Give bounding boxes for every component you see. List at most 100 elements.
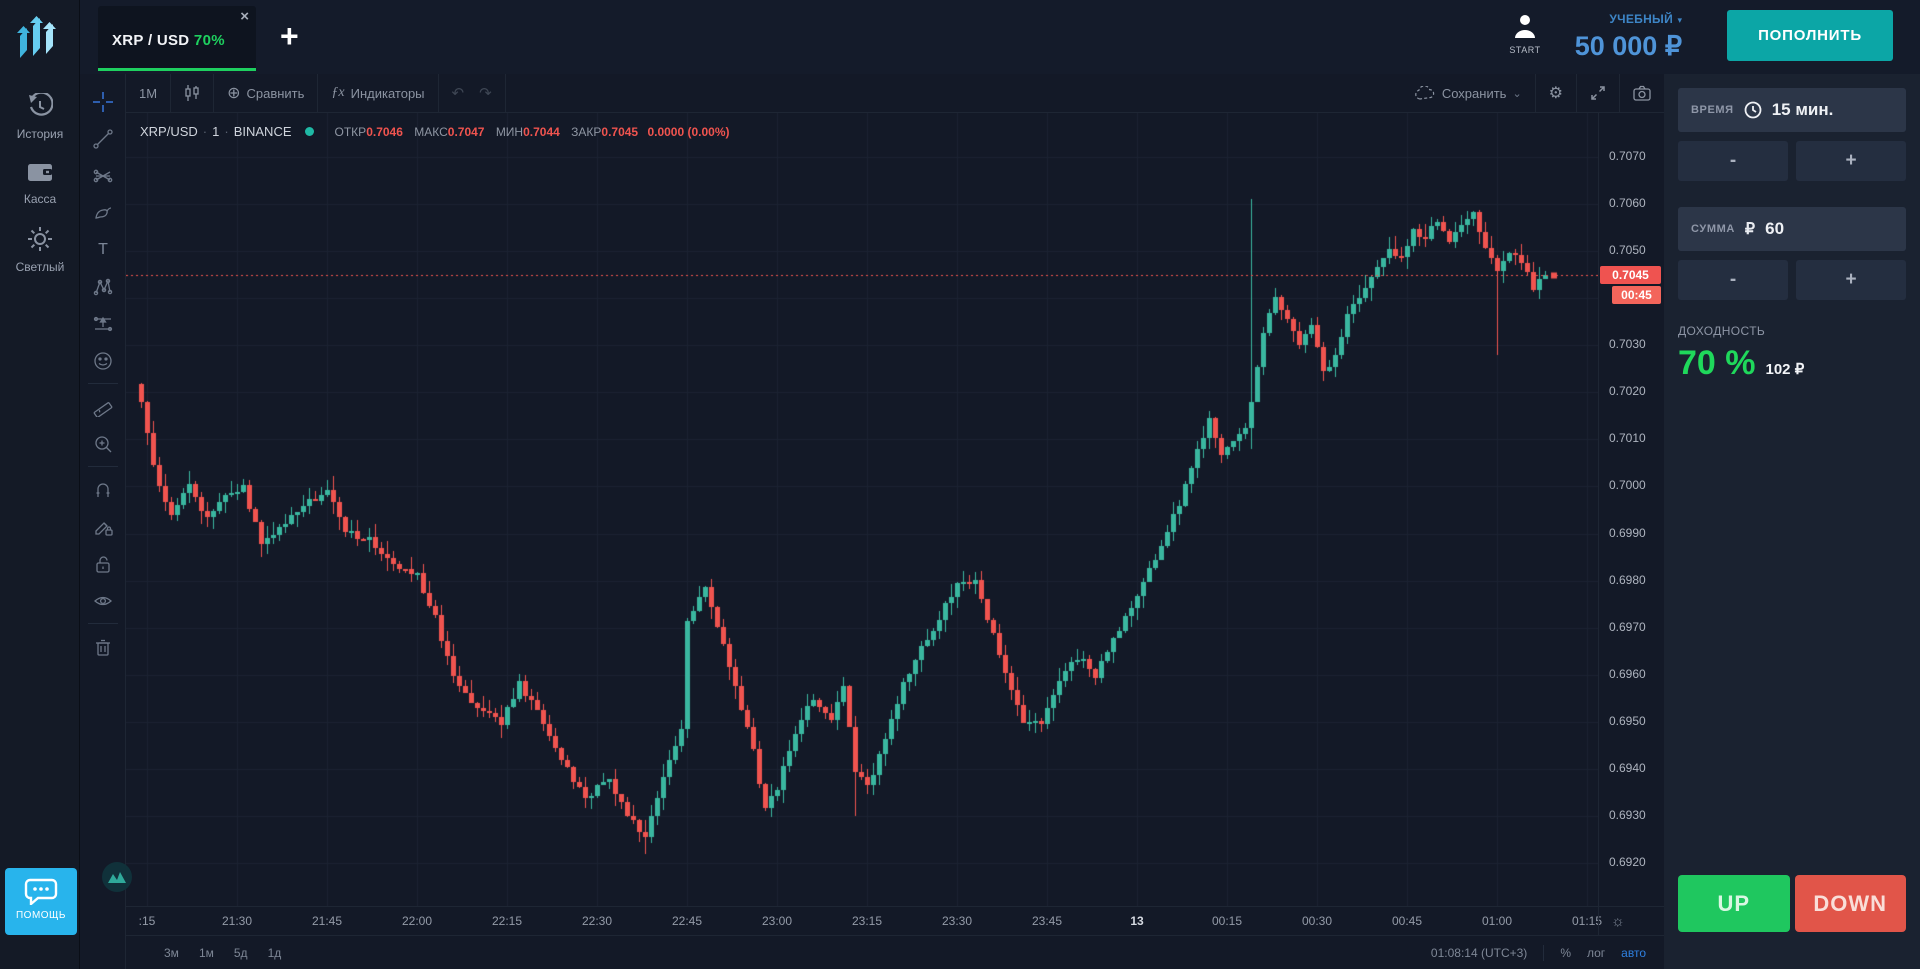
sidebar-item-cashier[interactable]: Касса <box>0 160 80 208</box>
emoji-tool[interactable] <box>80 342 126 379</box>
price-tick: 0.7050 <box>1599 243 1659 257</box>
compare-icon: ⊕ <box>227 83 240 103</box>
time-tick: 23:00 <box>749 914 805 928</box>
time-field[interactable]: ВРЕМЯ 15 мин. <box>1678 88 1906 132</box>
candlestick-chart[interactable] <box>126 113 1598 906</box>
time-axis[interactable]: :1521:3021:4522:0022:1522:3022:4523:0023… <box>126 906 1598 935</box>
delete-all-tool[interactable] <box>80 628 126 665</box>
measure-tool[interactable] <box>80 388 126 425</box>
forecast-tool[interactable] <box>80 305 126 342</box>
tab-close-icon[interactable]: × <box>240 8 249 25</box>
hide-all-tool[interactable] <box>80 582 126 619</box>
trash-icon <box>93 637 113 657</box>
save-layout-button[interactable]: Сохранить ⌄ <box>1401 74 1535 113</box>
screenshot-button[interactable] <box>1620 74 1664 113</box>
magnet-tool[interactable] <box>80 471 126 508</box>
amount-field[interactable]: СУММА ₽ 60 <box>1678 207 1906 251</box>
amount-plus-button[interactable]: + <box>1796 260 1906 300</box>
chart-legend[interactable]: XRP/USD · 1 · BINANCE ОТКР0.7046 МАКС0.7… <box>140 124 730 139</box>
sidebar-item-theme[interactable]: Светлый <box>0 226 80 276</box>
smiley-icon <box>93 351 113 371</box>
pattern-tool[interactable] <box>80 268 126 305</box>
price-tick: 0.6930 <box>1599 808 1659 822</box>
time-tick: 00:30 <box>1289 914 1345 928</box>
timezone-settings[interactable]: ☼ <box>1598 906 1664 935</box>
user-icon <box>1512 12 1538 38</box>
app-sidebar: История Касса Светлый помощь <box>0 0 80 969</box>
tab-payout: 70% <box>194 32 225 49</box>
price-tick: 0.7070 <box>1599 149 1659 163</box>
trade-panel: ВРЕМЯ 15 мин. - + СУММА ₽ 60 - + ДОХОДНО… <box>1664 74 1920 969</box>
percent-scale-toggle[interactable]: % <box>1560 946 1571 960</box>
divider <box>1543 945 1544 961</box>
account-type[interactable]: УЧЕБНЫЙ <box>1609 12 1673 26</box>
log-scale-toggle[interactable]: лог <box>1587 946 1605 960</box>
interval-button[interactable]: 1М <box>126 74 170 113</box>
interval-label: 1М <box>139 86 157 101</box>
lock-all-tool[interactable] <box>80 545 126 582</box>
auto-scale-toggle[interactable]: авто <box>1621 946 1646 960</box>
high-label: МАКС <box>414 125 448 139</box>
time-plus-button[interactable]: + <box>1796 141 1906 181</box>
range-1m[interactable]: 1м <box>199 946 214 960</box>
sidebar-item-label: Светлый <box>16 260 65 274</box>
amount-minus-button[interactable]: - <box>1678 260 1788 300</box>
time-minus-button[interactable]: - <box>1678 141 1788 181</box>
fullscreen-button[interactable] <box>1577 74 1619 113</box>
time-tick: 23:45 <box>1019 914 1075 928</box>
deposit-button[interactable]: ПОПОЛНИТЬ <box>1727 10 1893 61</box>
low-value: 0.7044 <box>523 125 560 139</box>
legend-separator: · <box>224 124 228 139</box>
sidebar-item-history[interactable]: История <box>0 93 80 143</box>
time-tick: 21:45 <box>299 914 355 928</box>
close-label: ЗАКР <box>571 125 601 139</box>
chart-settings-button[interactable]: ⚙ <box>1536 74 1576 113</box>
compare-button[interactable]: ⊕ Сравнить <box>214 74 317 113</box>
clock-utc[interactable]: 01:08:14 (UTC+3) <box>1431 946 1527 960</box>
price-axis[interactable]: 0.7045 00:45 0.70700.70600.70500.70300.7… <box>1598 113 1664 906</box>
help-button-label: помощь <box>5 910 77 921</box>
up-button[interactable]: UP <box>1678 875 1790 932</box>
forecast-icon <box>93 314 113 334</box>
mountains-icon <box>108 871 126 883</box>
undo-button[interactable]: ↶ <box>439 74 478 113</box>
magnet-icon <box>93 480 113 500</box>
range-3m[interactable]: 3м <box>164 946 179 960</box>
redo-button[interactable]: ↷ <box>477 74 505 113</box>
balance-block[interactable]: УЧЕБНЫЙ ▾ 50 000 ₽ <box>1575 10 1682 62</box>
add-tab-button[interactable]: + <box>280 18 299 55</box>
high-value: 0.7047 <box>448 125 485 139</box>
clock-icon <box>1744 101 1762 119</box>
brush-tool[interactable] <box>80 194 126 231</box>
time-field-value: 15 мин. <box>1772 100 1834 120</box>
down-button[interactable]: DOWN <box>1795 875 1907 932</box>
gann-fib-tool[interactable] <box>80 157 126 194</box>
zoom-in-tool[interactable] <box>80 425 126 462</box>
drawing-mode-lock-tool[interactable] <box>80 508 126 545</box>
tab-label: XRP / USD 70% <box>112 32 225 49</box>
start-user-button[interactable]: START <box>1502 12 1548 55</box>
crosshair-tool[interactable] <box>80 83 126 120</box>
legend-symbol: XRP/USD <box>140 124 198 139</box>
trendline-tool[interactable] <box>80 120 126 157</box>
caret-down-icon: ▾ <box>1677 15 1682 25</box>
range-1d[interactable]: 1д <box>268 946 282 960</box>
range-5d[interactable]: 5д <box>234 946 248 960</box>
time-tick: 13 <box>1109 914 1165 928</box>
chart-type-button[interactable] <box>171 74 213 113</box>
time-tick: 00:15 <box>1199 914 1255 928</box>
market-status-dot <box>305 127 314 136</box>
indicators-button[interactable]: ƒx Индикаторы <box>318 74 437 113</box>
text-tool[interactable]: T <box>80 231 126 268</box>
app-logo <box>16 10 64 62</box>
chat-bubble-icon <box>24 877 58 905</box>
price-tick: 0.6960 <box>1599 667 1659 681</box>
open-label: ОТКР <box>335 125 367 139</box>
lock-icon <box>93 554 113 574</box>
expiry-countdown-tag: 00:45 <box>1612 286 1661 304</box>
help-button[interactable]: помощь <box>5 868 77 935</box>
price-tick: 0.6950 <box>1599 714 1659 728</box>
tab-xrp-usd[interactable]: × XRP / USD 70% <box>98 6 256 71</box>
chart-bottom-bar: 3м 1м 5д 1д 01:08:14 (UTC+3) % лог авто <box>126 935 1664 969</box>
price-tick: 0.7020 <box>1599 384 1659 398</box>
